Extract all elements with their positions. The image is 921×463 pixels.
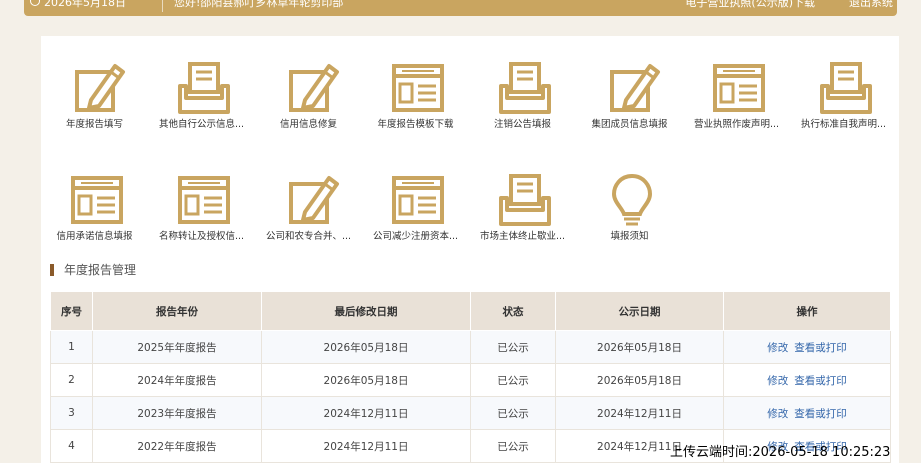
cell-year: 2025年年度报告	[92, 330, 262, 364]
form-template-icon	[392, 64, 444, 112]
annual-report-table: 序号 报告年份 最后修改日期 状态 公示日期 操作 1 2025年年度报告 2026…	[50, 291, 891, 463]
function-tile-label: 集团成员信息填报	[591, 119, 668, 130]
cell-published: 2024年12月11日	[555, 396, 724, 430]
edit-link[interactable]: 修改	[767, 342, 788, 354]
logout-link[interactable]: 退出系统	[849, 0, 893, 10]
pencil-doc-icon	[289, 64, 339, 112]
cell-actions: 修改 查看或打印	[723, 363, 891, 397]
cell-status: 已公示	[470, 330, 556, 364]
view-print-link[interactable]: 查看或打印	[794, 342, 847, 354]
cell-no: 1	[50, 330, 93, 364]
inbox-tray-icon	[820, 62, 872, 114]
cell-modified: 2024年12月11日	[261, 396, 471, 430]
section-marker	[50, 264, 54, 276]
header-year: 报告年份	[92, 291, 262, 331]
lightbulb-icon	[611, 173, 653, 226]
function-tile-label: 年度报告填写	[65, 119, 123, 130]
function-tile[interactable]: 注销公告填报	[469, 38, 576, 138]
function-tile-label: 执行标准自我声明...	[800, 119, 887, 130]
cell-actions: 修改 查看或打印	[723, 330, 891, 364]
function-tile[interactable]: 信用信息修复	[255, 38, 362, 138]
function-tile[interactable]: 营业执照作废声明...	[683, 38, 790, 138]
function-tile[interactable]: 公司和农专合并、...	[255, 150, 362, 250]
top-bar: 2026年5月18日 您好!邵阳县郝叮乡林草年轮剪印部 电子营业执照(公示版)下…	[24, 0, 897, 16]
form-template-icon	[71, 176, 123, 224]
edit-link[interactable]: 修改	[767, 375, 788, 387]
function-tile-label: 年度报告模板下载	[377, 119, 454, 130]
cell-actions: 修改 查看或打印	[723, 396, 891, 430]
header-status: 状态	[470, 291, 556, 331]
cell-year: 2022年年度报告	[92, 429, 262, 463]
cell-modified: 2026年05月18日	[261, 363, 471, 397]
function-tile-label: 其他自行公示信息...	[158, 119, 245, 130]
cell-no: 4	[50, 429, 93, 463]
table-header-row: 序号 报告年份 最后修改日期 状态 公示日期 操作	[50, 291, 891, 331]
form-template-icon	[392, 176, 444, 224]
function-tile-label: 名称转让及授权信...	[158, 231, 245, 242]
function-tile[interactable]: 市场主体终止歇业...	[469, 150, 576, 250]
cell-no: 3	[50, 396, 93, 430]
function-tile-label: 市场主体终止歇业...	[479, 231, 566, 242]
function-tile-label: 填报须知	[610, 231, 649, 242]
function-tile-label: 公司和农专合并、...	[265, 231, 352, 242]
function-tile[interactable]: 公司减少注册资本...	[362, 150, 469, 250]
view-print-link[interactable]: 查看或打印	[794, 408, 847, 420]
cell-no: 2	[50, 363, 93, 397]
current-date: 2026年5月18日	[44, 0, 126, 9]
pencil-doc-icon	[75, 64, 125, 112]
cell-published: 2026年05月18日	[555, 363, 724, 397]
cell-status: 已公示	[470, 396, 556, 430]
inbox-tray-icon	[178, 62, 230, 114]
header-modified: 最后修改日期	[261, 291, 471, 331]
clock-icon	[30, 0, 40, 6]
section-title: 年度报告管理	[64, 263, 137, 277]
function-grid: 年度报告填写 其他自行公示信息... 信用信息修复 年度报告模板下载 注销公告填报 集团成…	[41, 36, 899, 246]
header-actions: 操作	[723, 291, 891, 331]
cell-status: 已公示	[470, 429, 556, 463]
inbox-tray-icon	[499, 62, 551, 114]
function-tile[interactable]: 执行标准自我声明...	[790, 38, 897, 138]
cell-year: 2023年年度报告	[92, 396, 262, 430]
function-tile[interactable]: 集团成员信息填报	[576, 38, 683, 138]
pencil-doc-icon	[610, 64, 660, 112]
view-print-link[interactable]: 查看或打印	[794, 375, 847, 387]
cell-year: 2024年年度报告	[92, 363, 262, 397]
function-tile-label: 信用承诺信息填报	[56, 231, 133, 242]
function-tile-label: 公司减少注册资本...	[372, 231, 459, 242]
license-download-link[interactable]: 电子营业执照(公示版)下载	[685, 0, 815, 10]
function-tile[interactable]: 年度报告模板下载	[362, 38, 469, 138]
header-published: 公示日期	[555, 291, 724, 331]
header-no: 序号	[50, 291, 93, 331]
pencil-doc-icon	[289, 176, 339, 224]
divider	[162, 0, 163, 12]
table-row: 1 2025年年度报告 2026年05月18日 已公示 2026年05月18日 修改 查看或…	[50, 330, 891, 364]
cell-modified: 2024年12月11日	[261, 429, 471, 463]
edit-link[interactable]: 修改	[767, 408, 788, 420]
inbox-tray-icon	[499, 174, 551, 226]
welcome-text: 您好!邵阳县郝叮乡林草年轮剪印部	[174, 0, 344, 9]
table-row: 3 2023年年度报告 2024年12月11日 已公示 2024年12月11日 修改 查看或…	[50, 396, 891, 430]
function-tile[interactable]: 年度报告填写	[41, 38, 148, 138]
function-tile[interactable]: 填报须知	[576, 150, 683, 250]
function-tile[interactable]: 信用承诺信息填报	[41, 150, 148, 250]
upload-timestamp: 上传云端时间:2026-05-18 10:25:23	[670, 445, 891, 460]
function-tile[interactable]: 名称转让及授权信...	[148, 150, 255, 250]
function-tile-label: 营业执照作废声明...	[693, 119, 780, 130]
form-template-icon	[713, 64, 765, 112]
function-tile[interactable]: 其他自行公示信息...	[148, 38, 255, 138]
function-tile-label: 注销公告填报	[493, 119, 551, 130]
form-template-icon	[178, 176, 230, 224]
cell-status: 已公示	[470, 363, 556, 397]
cell-modified: 2026年05月18日	[261, 330, 471, 364]
function-tile-label: 信用信息修复	[279, 119, 337, 130]
table-row: 2 2024年年度报告 2026年05月18日 已公示 2026年05月18日 修改 查看或…	[50, 363, 891, 397]
cell-published: 2026年05月18日	[555, 330, 724, 364]
